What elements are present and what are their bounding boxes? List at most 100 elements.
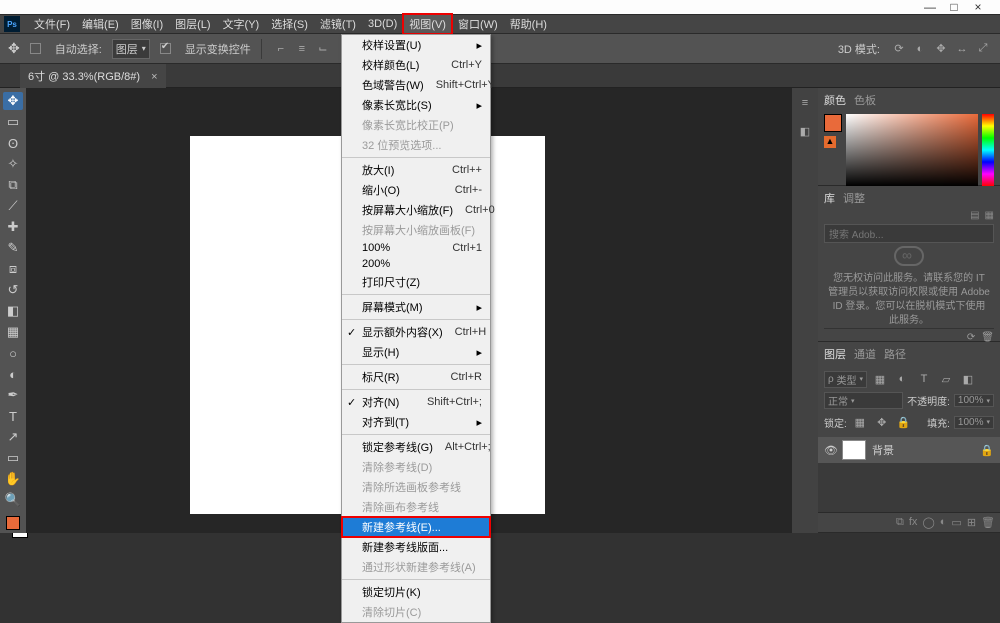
- lib-list-icon[interactable]: ▤: [970, 210, 979, 221]
- menu-snap[interactable]: 对齐(N)Shift+Ctrl+;: [342, 392, 490, 412]
- new-layer-icon[interactable]: ⊞: [967, 516, 976, 529]
- close-button[interactable]: ×: [966, 0, 990, 14]
- tab-color[interactable]: 颜色: [824, 92, 846, 108]
- foreground-color[interactable]: [6, 516, 20, 530]
- align-top-icon[interactable]: ⌐: [272, 40, 290, 58]
- 3d-orbit-icon[interactable]: ⟳: [890, 40, 908, 58]
- menu-100[interactable]: 100%Ctrl+1: [342, 240, 490, 256]
- menu-snap-to[interactable]: 对齐到(T)▸: [342, 412, 490, 432]
- delete-layer-icon[interactable]: 🗑: [981, 516, 995, 529]
- healing-tool[interactable]: ✚: [3, 218, 23, 236]
- menu-image[interactable]: 图像(I): [125, 14, 169, 34]
- menu-zoom-out[interactable]: 缩小(O)Ctrl+-: [342, 180, 490, 200]
- blend-mode[interactable]: 正常▾: [824, 392, 903, 409]
- menu-new-guide[interactable]: 新建参考线(E)...: [342, 517, 490, 537]
- history-brush-tool[interactable]: ↺: [3, 281, 23, 299]
- tab-paths[interactable]: 路径: [884, 346, 906, 362]
- move-tool[interactable]: ✥: [3, 92, 23, 110]
- menu-new-guide-layout[interactable]: 新建参考线版面...: [342, 537, 490, 557]
- menu-filter[interactable]: 滤镜(T): [314, 14, 362, 34]
- clone-tool[interactable]: ⧈: [3, 260, 23, 278]
- menu-lock-slices[interactable]: 锁定切片(K): [342, 582, 490, 602]
- layer-thumbnail[interactable]: [842, 440, 866, 460]
- filter-shape-icon[interactable]: ▱: [937, 370, 955, 388]
- tab-libraries[interactable]: 库: [824, 190, 835, 206]
- minimize-button[interactable]: —: [918, 0, 942, 14]
- crop-tool[interactable]: ⧉: [3, 176, 23, 194]
- lib-grid-icon[interactable]: ▦: [985, 210, 994, 221]
- hand-tool[interactable]: ✋: [3, 470, 23, 488]
- layer-filter-kind[interactable]: ρ 类型▾: [824, 371, 867, 388]
- lock-all-icon[interactable]: 🔒: [895, 413, 913, 431]
- eyedropper-tool[interactable]: ⟋: [3, 197, 23, 215]
- menu-window[interactable]: 窗口(W): [452, 14, 504, 34]
- pen-tool[interactable]: ✒: [3, 386, 23, 404]
- menu-pixel-aspect[interactable]: 像素长宽比(S)▸: [342, 95, 490, 115]
- gradient-tool[interactable]: ▦: [3, 323, 23, 341]
- library-search[interactable]: 搜索 Adob...: [824, 224, 994, 243]
- menu-fit-screen[interactable]: 按屏幕大小缩放(F)Ctrl+0: [342, 200, 490, 220]
- gamut-warning-icon[interactable]: ▲: [824, 136, 836, 148]
- menu-gamut-warning[interactable]: 色域警告(W)Shift+Ctrl+Y: [342, 75, 490, 95]
- visibility-icon[interactable]: 👁: [824, 444, 836, 457]
- history-panel-icon[interactable]: ≡: [796, 94, 814, 112]
- menu-zoom-in[interactable]: 放大(I)Ctrl++: [342, 160, 490, 180]
- show-transform-checkbox[interactable]: [160, 43, 171, 54]
- zoom-tool[interactable]: 🔍: [3, 491, 23, 509]
- align-vcenter-icon[interactable]: ≡: [293, 40, 311, 58]
- layer-style-icon[interactable]: fx: [909, 516, 918, 529]
- filter-image-icon[interactable]: ▦: [871, 370, 889, 388]
- menu-type[interactable]: 文字(Y): [217, 14, 266, 34]
- marquee-tool[interactable]: ▭: [3, 113, 23, 131]
- 3d-scale-icon[interactable]: ⤢: [974, 40, 992, 58]
- lasso-tool[interactable]: ʘ: [3, 134, 23, 152]
- menu-select[interactable]: 选择(S): [265, 14, 314, 34]
- adjustment-layer-icon[interactable]: ◐: [940, 516, 947, 529]
- menu-200[interactable]: 200%: [342, 256, 490, 272]
- tab-channels[interactable]: 通道: [854, 346, 876, 362]
- type-tool[interactable]: T: [3, 407, 23, 425]
- menu-3d[interactable]: 3D(D): [362, 16, 403, 32]
- close-tab-icon[interactable]: ×: [151, 71, 157, 83]
- tab-adjustments[interactable]: 调整: [843, 190, 865, 206]
- foreground-swatch[interactable]: [824, 114, 842, 132]
- align-bottom-icon[interactable]: ⌙: [314, 40, 332, 58]
- group-icon[interactable]: ▭: [951, 516, 961, 529]
- eraser-tool[interactable]: ◧: [3, 302, 23, 320]
- rectangle-tool[interactable]: ▭: [3, 449, 23, 467]
- menu-show[interactable]: 显示(H)▸: [342, 342, 490, 362]
- menu-file[interactable]: 文件(F): [28, 14, 76, 34]
- filter-adjust-icon[interactable]: ◐: [893, 370, 911, 388]
- menu-print-size[interactable]: 打印尺寸(Z): [342, 272, 490, 292]
- blur-tool[interactable]: ○: [3, 344, 23, 362]
- filter-smart-icon[interactable]: ◧: [959, 370, 977, 388]
- menu-proof-colors[interactable]: 校样颜色(L)Ctrl+Y: [342, 55, 490, 75]
- menu-lock-guides[interactable]: 锁定参考线(G)Alt+Ctrl+;: [342, 437, 490, 457]
- 3d-slide-icon[interactable]: ↔: [953, 40, 971, 58]
- fill-value[interactable]: 100%▾: [954, 416, 994, 429]
- path-tool[interactable]: ↗: [3, 428, 23, 446]
- menu-screen-mode[interactable]: 屏幕模式(M)▸: [342, 297, 490, 317]
- properties-panel-icon[interactable]: ◧: [796, 122, 814, 140]
- color-picker[interactable]: [846, 114, 978, 186]
- opacity-value[interactable]: 100%▾: [954, 394, 994, 407]
- document-tab[interactable]: 6寸 @ 33.3%(RGB/8#) ×: [20, 64, 166, 88]
- hue-slider[interactable]: [982, 114, 994, 186]
- tab-layers[interactable]: 图层: [824, 346, 846, 362]
- maximize-button[interactable]: □: [942, 0, 966, 14]
- menu-help[interactable]: 帮助(H): [504, 14, 553, 34]
- menu-edit[interactable]: 编辑(E): [76, 14, 125, 34]
- 3d-roll-icon[interactable]: ◐: [911, 40, 929, 58]
- lock-pixels-icon[interactable]: ▦: [851, 413, 869, 431]
- filter-type-icon[interactable]: T: [915, 370, 933, 388]
- menu-extras[interactable]: 显示额外内容(X)Ctrl+H: [342, 322, 490, 342]
- layer-row-background[interactable]: 👁 背景 🔒: [818, 437, 1000, 463]
- magic-wand-tool[interactable]: ✧: [3, 155, 23, 173]
- tab-swatches[interactable]: 色板: [854, 92, 876, 108]
- menu-layer[interactable]: 图层(L): [169, 14, 216, 34]
- menu-proof-setup[interactable]: 校样设置(U)▸: [342, 35, 490, 55]
- brush-tool[interactable]: ✎: [3, 239, 23, 257]
- layer-mask-icon[interactable]: ◯: [922, 516, 934, 529]
- menu-view[interactable]: 视图(V): [403, 14, 452, 34]
- dodge-tool[interactable]: ◐: [3, 365, 23, 383]
